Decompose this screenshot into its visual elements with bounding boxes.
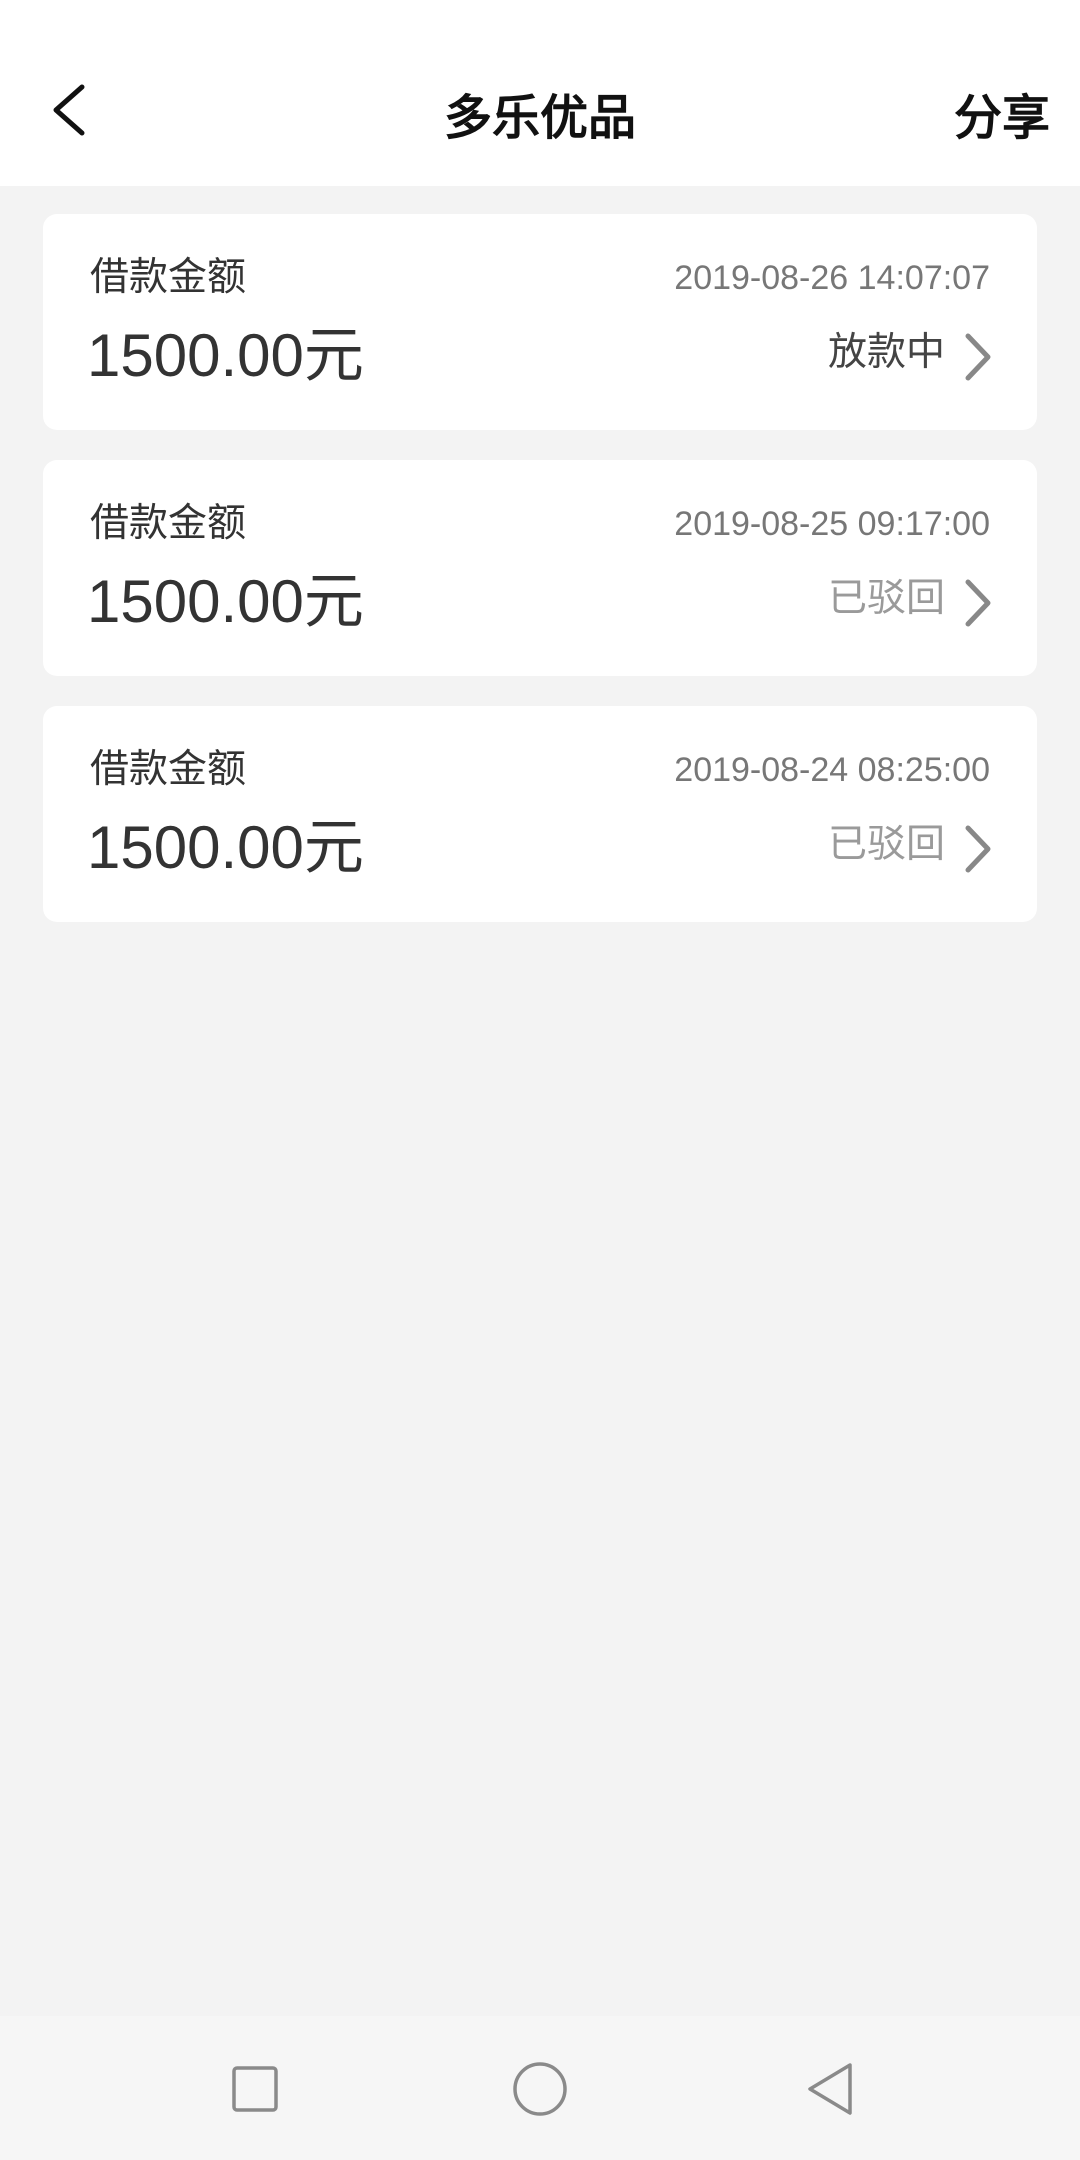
loan-status: 已驳回 — [827, 822, 945, 867]
loan-amount-label: 借款金额 — [90, 501, 247, 546]
loan-amount-value: 1500.00元 — [87, 814, 364, 881]
chevron-right-icon — [965, 825, 991, 873]
loan-record-card[interactable]: 借款金额 2019-08-26 14:07:07 1500.00元 放款中 — [43, 214, 1037, 430]
top-bar: 多乐优品 分享 — [0, 0, 1080, 186]
square-recent-apps-icon — [232, 2066, 278, 2112]
chevron-right-icon — [965, 333, 991, 381]
home-button[interactable] — [500, 2052, 580, 2126]
chevron-left-icon — [53, 84, 85, 136]
page-title: 多乐优品 — [443, 90, 636, 146]
triangle-back-icon — [808, 2063, 852, 2115]
loan-record-card[interactable]: 借款金额 2019-08-24 08:25:00 1500.00元 已驳回 — [43, 706, 1037, 922]
loan-record-card[interactable]: 借款金额 2019-08-25 09:17:00 1500.00元 已驳回 — [43, 460, 1037, 676]
back-button[interactable] — [36, 78, 100, 142]
loan-status: 已驳回 — [827, 576, 945, 621]
loan-record-list: 借款金额 2019-08-26 14:07:07 1500.00元 放款中 借款… — [43, 214, 1037, 952]
system-back-button[interactable] — [790, 2052, 870, 2126]
loan-datetime: 2019-08-25 09:17:00 — [674, 505, 990, 543]
circle-home-icon — [513, 2062, 567, 2116]
loan-amount-value: 1500.00元 — [87, 322, 364, 389]
recent-apps-button[interactable] — [215, 2052, 295, 2126]
loan-records-page: 多乐优品 分享 借款金额 2019-08-26 14:07:07 1500.00… — [0, 0, 1080, 2160]
system-navigation-bar — [0, 2016, 1080, 2160]
loan-datetime: 2019-08-26 14:07:07 — [674, 259, 990, 297]
loan-amount-label: 借款金额 — [90, 255, 247, 300]
chevron-right-icon — [965, 579, 991, 627]
loan-amount-value: 1500.00元 — [87, 568, 364, 635]
share-button[interactable]: 分享 — [954, 86, 1050, 150]
loan-status: 放款中 — [827, 330, 945, 375]
loan-datetime: 2019-08-24 08:25:00 — [674, 751, 990, 789]
loan-amount-label: 借款金额 — [90, 747, 247, 792]
